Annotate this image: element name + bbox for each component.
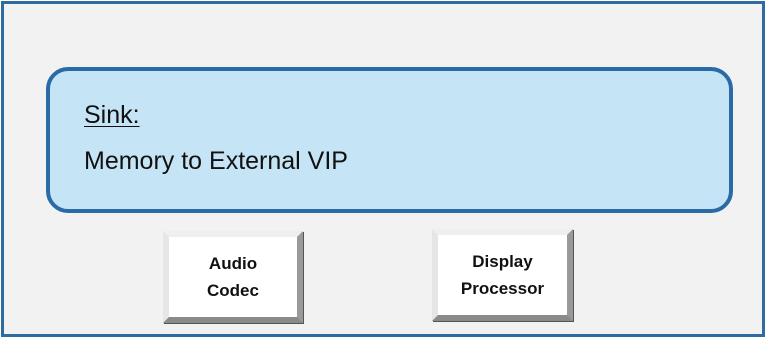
sink-box: Sink: Memory to External VIP: [46, 67, 733, 213]
display-processor-line2: Processor: [460, 279, 545, 298]
audio-codec-line1: Audio: [208, 254, 258, 273]
diagram-frame: Sink: Memory to External VIP: [1, 1, 765, 337]
display-processor-line1: Display: [472, 252, 533, 271]
display-processor-box: Display Processor: [432, 229, 573, 321]
audio-codec-box: Audio Codec: [163, 231, 303, 323]
audio-codec-line2: Codec: [207, 281, 259, 300]
sink-label: Sink:: [84, 101, 140, 129]
sink-value: Memory to External VIP: [84, 147, 348, 175]
